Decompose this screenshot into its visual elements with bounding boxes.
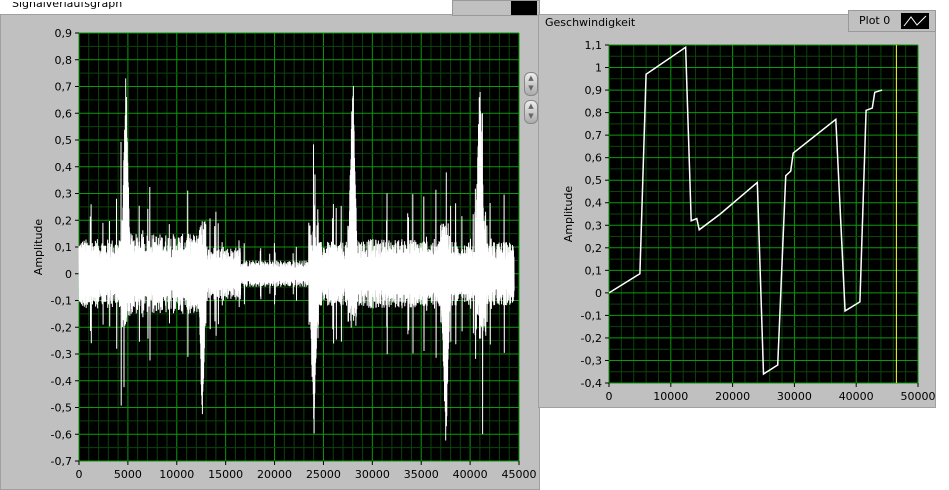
y-tick-label: 0,5 <box>55 134 73 147</box>
y-tick-label: 0,5 <box>585 174 603 187</box>
x-tick-label: 0 <box>606 390 613 403</box>
x-tick-label: 20000 <box>715 390 750 403</box>
y-tick-label: -0,4 <box>51 375 72 388</box>
charts: 0 5000 10000 15000 20000 25000 30000 35000 40000… <box>32 27 936 481</box>
y-tick-label: -0,2 <box>581 332 602 345</box>
x-tick-label: 10000 <box>653 390 688 403</box>
x-tick-label: 30000 <box>777 390 812 403</box>
y-tick-label: 0,8 <box>585 107 603 120</box>
y-tick-label: 0,1 <box>55 241 73 254</box>
y-tick-label: 0,2 <box>55 214 73 227</box>
chart-1: 0 10000 20000 30000 40000 50000 1,1 1 0,9 0,8 0,7 0… <box>562 39 936 403</box>
y-tick-label: 0 <box>595 287 602 300</box>
y-tick-label: 0,7 <box>585 129 603 142</box>
y-tick-label: 0,6 <box>585 152 603 165</box>
x-tick-label: 30000 <box>355 468 390 481</box>
y-tick-label: -0,4 <box>581 377 602 390</box>
x-tick-label: 0 <box>76 468 83 481</box>
x-tick-label: 10000 <box>159 468 194 481</box>
x-tick-label: 35000 <box>404 468 439 481</box>
y-tick-label: -0,5 <box>51 402 72 415</box>
y-tick-label: -0,3 <box>581 354 602 367</box>
y-tick-label: 0,9 <box>55 27 73 40</box>
y-tick-label: 0,8 <box>55 54 73 67</box>
chart-0: 0 5000 10000 15000 20000 25000 30000 35000 40000… <box>32 27 537 481</box>
x-tick-label: 25000 <box>306 468 341 481</box>
x-tick-label: 50000 <box>901 390 936 403</box>
x-tick-label: 15000 <box>208 468 243 481</box>
y-tick-label: 0,4 <box>585 197 603 210</box>
y-tick-label: -0,2 <box>51 321 72 334</box>
y-tick-label: 0,3 <box>585 219 603 232</box>
y-axis-label: Amplitude <box>32 219 45 276</box>
y-tick-label: 0,7 <box>55 81 73 94</box>
y-tick-label: 0 <box>65 268 72 281</box>
y-tick-label: -0,3 <box>51 348 72 361</box>
y-tick-label: -0,7 <box>51 455 72 468</box>
y-tick-label: 1 <box>595 62 602 75</box>
x-tick-label: 40000 <box>453 468 488 481</box>
x-tick-label: 40000 <box>839 390 874 403</box>
y-tick-label: 1,1 <box>585 39 603 52</box>
y-tick-label: -0,1 <box>581 309 602 322</box>
y-tick-label: -0,1 <box>51 295 72 308</box>
y-tick-label: 0,2 <box>585 242 603 255</box>
y-tick-label: 0,9 <box>585 84 603 97</box>
y-axis-label: Amplitude <box>562 186 575 243</box>
y-tick-label: 0,6 <box>55 107 73 120</box>
y-tick-label: 0,1 <box>585 264 603 277</box>
y-tick-label: 0,3 <box>55 188 73 201</box>
y-tick-label: 0,4 <box>55 161 73 174</box>
x-tick-label: 45000 <box>502 468 537 481</box>
x-tick-label: 20000 <box>257 468 292 481</box>
x-tick-label: 5000 <box>114 468 142 481</box>
y-tick-label: -0,6 <box>51 428 72 441</box>
